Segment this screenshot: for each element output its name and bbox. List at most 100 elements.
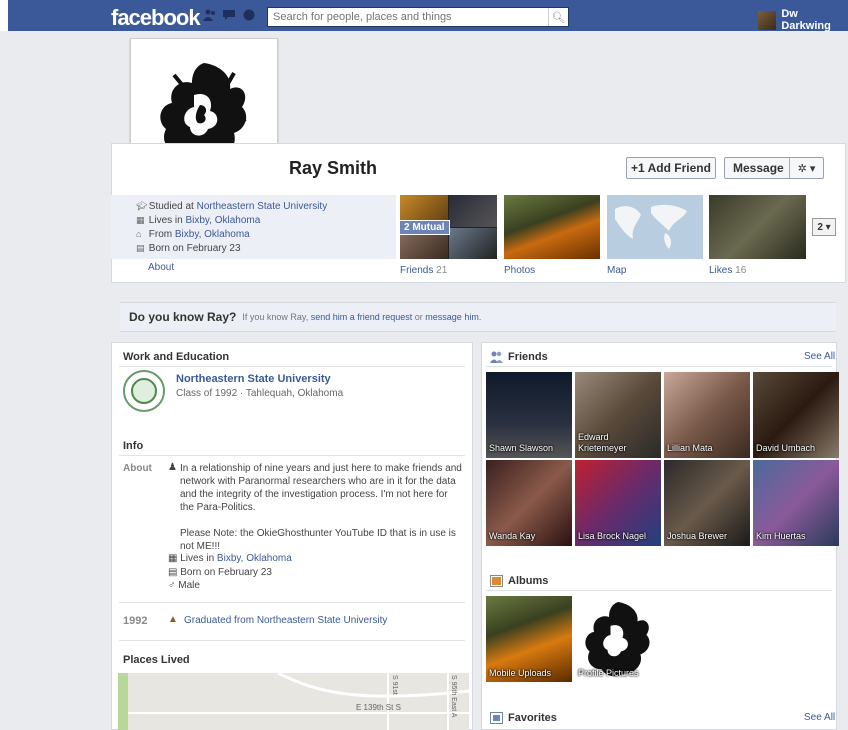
about-gender-line: ♂ Male — [168, 580, 200, 591]
from-line: ⌂ From Bixby, Oklahoma — [136, 229, 250, 240]
divider — [119, 602, 465, 603]
album-tile[interactable]: Mobile Uploads — [486, 596, 572, 682]
message-him-link[interactable]: message him — [425, 312, 479, 322]
born-text: Born on February 23 — [148, 243, 241, 254]
divider — [119, 455, 465, 456]
friend-name: David Umbach — [756, 443, 816, 453]
tab-about[interactable]: About — [148, 262, 174, 273]
about-lives-link[interactable]: Bixby, Oklahoma — [217, 553, 292, 564]
studied-line: 🎓︎ Studied at Northeastern State Univers… — [136, 201, 327, 212]
map-street-label: S 91st — [391, 675, 398, 695]
friend-tile[interactable]: Joshua Brewer — [664, 460, 750, 546]
divider — [486, 590, 832, 591]
friend-name: Lisa Brock Nagel — [578, 531, 647, 541]
lives-link[interactable]: Bixby, Oklahoma — [185, 215, 260, 226]
friends-icon — [490, 351, 503, 363]
male-icon: ♂ — [168, 580, 176, 591]
message-label: Message — [733, 161, 784, 175]
user-menu[interactable]: Dw Darkwing — [758, 8, 848, 32]
likes-app-label[interactable]: Likes 16 — [709, 265, 746, 276]
gear-dropdown-icon[interactable]: ✲ ▾ — [789, 158, 823, 178]
friend-tile[interactable]: Kim Huertas — [753, 460, 839, 546]
likes-app-thumb[interactable] — [709, 195, 806, 259]
friend-tile[interactable]: Edward Krietemeyer — [575, 372, 661, 458]
calendar-icon: ▤ — [136, 243, 145, 253]
places-map[interactable]: E 139th St S S 91st S 95th East A — [118, 673, 469, 730]
do-you-know-banner: Do you know Ray? If you know Ray, send h… — [120, 302, 836, 332]
friend-tile[interactable]: Shawn Slawson — [486, 372, 572, 458]
info-title: Info — [123, 440, 144, 452]
top-bar: facebook 🔍︎ Dw Darkwing — [0, 0, 848, 32]
map-app-label[interactable]: Map — [607, 265, 626, 276]
from-prefix: From — [148, 229, 175, 240]
graduation-icon: ▲ — [168, 614, 178, 625]
facebook-logo[interactable]: facebook — [111, 5, 201, 31]
map-app-thumb[interactable] — [607, 195, 703, 259]
add-friend-button[interactable]: +1 Add Friend — [626, 157, 716, 179]
about-paragraph-1: In a relationship of nine years and just… — [180, 463, 462, 513]
school-logo[interactable] — [123, 370, 165, 412]
friend-name: Shawn Slawson — [489, 443, 554, 453]
friend-name: Wanda Kay — [489, 531, 536, 541]
friend-name: Kim Huertas — [756, 531, 806, 541]
know-text: If you know Ray, send him a friend reque… — [242, 312, 482, 322]
lives-line: ▦ Lives in Bixby, Oklahoma — [136, 215, 260, 226]
divider — [119, 640, 465, 641]
message-button[interactable]: Message ✲ ▾ — [724, 157, 824, 179]
map-street-label: E 139th St S — [356, 703, 401, 712]
friend-tile[interactable]: David Umbach — [753, 372, 839, 458]
about-lives-line: ▦ Lives in Bixby, Oklahoma — [168, 553, 292, 564]
favorites-see-all-link[interactable]: See All — [804, 712, 835, 723]
studied-prefix: Studied at — [148, 201, 197, 212]
friend-tile[interactable]: Lillian Mata — [664, 372, 750, 458]
building-icon: ▦ — [168, 553, 178, 564]
albums-icon — [490, 575, 503, 587]
graduation-cap-icon: 🎓︎ — [136, 201, 148, 211]
friends-box-title: Friends — [490, 351, 548, 363]
friend-requests-icon[interactable] — [203, 9, 217, 21]
friend-tile[interactable]: Lisa Brock Nagel — [575, 460, 661, 546]
search-icon: 🔍︎ — [551, 11, 566, 24]
search-input[interactable] — [268, 8, 548, 26]
album-tile[interactable]: Profile Pictures — [575, 596, 661, 682]
home-icon: ⌂ — [136, 229, 142, 239]
avatar — [758, 10, 777, 30]
favorites-icon — [490, 712, 503, 724]
page-left-edge — [0, 0, 8, 31]
timeline-year: 1992 — [123, 615, 148, 627]
photos-app-thumb[interactable] — [504, 195, 600, 259]
search-box[interactable]: 🔍︎ — [267, 7, 569, 27]
album-name: Profile Pictures — [578, 668, 639, 678]
friend-name: Joshua Brewer — [667, 531, 728, 541]
map-street-label: S 95th East A — [450, 675, 457, 718]
mutual-friends-badge[interactable]: 2 Mutual — [399, 220, 450, 235]
favorites-title: Favorites — [490, 712, 557, 724]
about-paragraph-2: Please Note: the OkieGhosthunter YouTube… — [180, 528, 456, 552]
school-class: Class of 1992 · Tahlequah, Oklahoma — [176, 388, 344, 399]
divider — [119, 366, 465, 367]
graduated-event[interactable]: Graduated from Northeastern State Univer… — [184, 615, 387, 626]
friend-tile[interactable]: Wanda Kay — [486, 460, 572, 546]
lives-prefix: Lives in — [148, 215, 186, 226]
school-name-link[interactable]: Northeastern State University — [176, 373, 331, 385]
born-line: ▤ Born on February 23 — [136, 243, 241, 254]
messages-icon[interactable] — [222, 9, 236, 21]
friend-name: Lillian Mata — [667, 443, 713, 453]
friend-name: Edward Krietemeyer — [578, 432, 627, 453]
divider — [486, 366, 832, 367]
about-label: About — [123, 463, 152, 474]
friends-see-all-link[interactable]: See All — [804, 351, 835, 362]
albums-title: Albums — [490, 575, 548, 587]
send-friend-request-link[interactable]: send him a friend request — [311, 312, 413, 322]
friends-app-label[interactable]: Friends 21 — [400, 265, 447, 276]
about-born-line: ▤ Born on February 23 — [168, 567, 272, 578]
more-apps-button[interactable]: 2 ▾ — [812, 218, 836, 236]
album-name: Mobile Uploads — [489, 668, 552, 678]
profile-name[interactable]: Ray Smith — [289, 158, 377, 179]
search-button[interactable]: 🔍︎ — [548, 8, 568, 26]
know-title: Do you know Ray? — [129, 310, 237, 324]
notifications-globe-icon[interactable] — [242, 9, 256, 21]
photos-app-label[interactable]: Photos — [504, 265, 535, 276]
studied-link[interactable]: Northeastern State University — [197, 201, 328, 212]
from-link[interactable]: Bixby, Oklahoma — [175, 229, 250, 240]
